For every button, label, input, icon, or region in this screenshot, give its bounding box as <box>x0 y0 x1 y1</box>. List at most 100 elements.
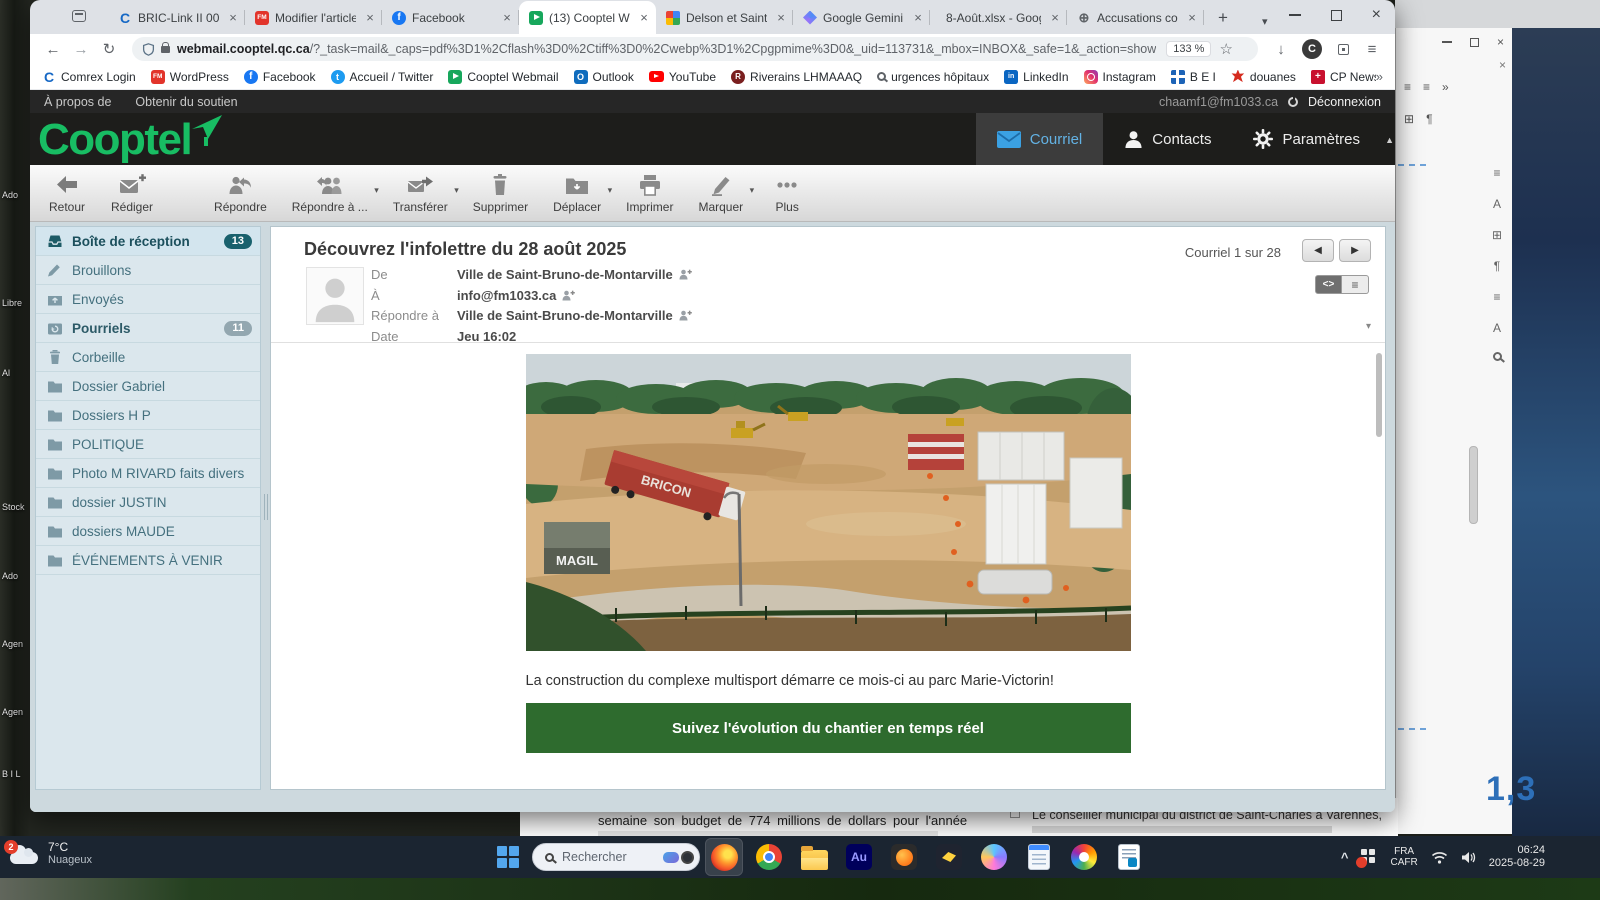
bookmark[interactable]: YouTube <box>649 70 716 84</box>
mail-folder[interactable]: POLITIQUE <box>36 430 260 459</box>
new-tab-button[interactable]: + <box>1210 5 1236 31</box>
forward-icon[interactable]: → <box>68 41 94 58</box>
tray-chevron-icon[interactable]: ^ <box>1341 850 1349 865</box>
tab-close-icon[interactable]: × <box>499 10 515 26</box>
background-scrollbar[interactable] <box>1469 446 1478 524</box>
bookmark[interactable]: C Comrex Login <box>42 70 136 84</box>
notification-app-icon[interactable] <box>1361 849 1377 865</box>
mail-folder[interactable]: ÉVÉNEMENTS À VENIR <box>36 546 260 575</box>
browser-tab[interactable]: (13) Cooptel Webma × <box>519 1 656 34</box>
profile-avatar[interactable]: C <box>1302 39 1322 59</box>
mail-folder[interactable]: Pourriels 11 <box>36 314 260 343</box>
taskbar-app[interactable] <box>886 839 922 875</box>
bookmark[interactable]: douanes <box>1231 70 1296 84</box>
bookmark[interactable]: urgences hôpitaux <box>877 70 989 84</box>
close-icon[interactable]: × <box>1499 58 1506 72</box>
browser-tab[interactable]: ⊕ Accusations contre L × <box>1067 1 1204 34</box>
tab-close-icon[interactable]: × <box>636 10 652 26</box>
back-icon[interactable]: ← <box>40 41 66 58</box>
toolbar-button[interactable]: Répondre ▾ <box>210 170 271 216</box>
splitter-handle[interactable] <box>264 494 268 520</box>
menu-icon[interactable]: ≡ <box>1359 41 1385 58</box>
caret-down-icon[interactable]: ▾ <box>750 185 755 196</box>
restore-icon[interactable] <box>1331 10 1342 21</box>
bookmark[interactable]: R Riverains LHMAAAQ <box>731 70 862 84</box>
tab-close-icon[interactable]: × <box>362 10 378 26</box>
browser-tab[interactable]: FM Modifier l'article « Le × <box>245 1 382 34</box>
taskbar-app[interactable] <box>1066 839 1102 875</box>
close-icon[interactable]: × <box>1372 10 1381 20</box>
address-bar[interactable]: webmail.cooptel.qc.ca/?_task=mail&_caps=… <box>132 37 1258 61</box>
toolbar-button[interactable]: Plus ▾ <box>764 170 810 216</box>
browser-tab[interactable]: 8-Août.xlsx - Google × <box>930 1 1067 34</box>
background-window-controls[interactable]: × <box>1442 36 1504 48</box>
caret-down-icon[interactable]: ▾ <box>374 185 379 196</box>
previous-message-button[interactable]: ◀ <box>1302 239 1334 262</box>
tab-close-icon[interactable]: × <box>910 10 926 26</box>
mail-folder[interactable]: dossiers MAUDE <box>36 517 260 546</box>
mail-folder[interactable]: Envoyés <box>36 285 260 314</box>
tab-close-icon[interactable]: × <box>773 10 789 26</box>
tab-close-icon[interactable]: × <box>1184 10 1200 26</box>
toolbar-button[interactable]: Supprimer ▾ <box>469 170 532 216</box>
taskbar-search[interactable]: Rechercher <box>532 843 700 871</box>
taskbar-app[interactable]: Au <box>841 839 877 875</box>
header-expand-chevron[interactable]: ▾ <box>1366 321 1371 332</box>
toolbar-button[interactable]: Rédiger ▾ <box>107 170 157 216</box>
tab-search-icon[interactable] <box>72 10 86 22</box>
toolbar-button[interactable]: Imprimer ▾ <box>622 170 677 216</box>
html-toggle[interactable]: <> <box>1315 275 1342 294</box>
caret-down-icon[interactable]: ▾ <box>454 185 459 196</box>
bookmark[interactable]: + CP NewsPro <box>1311 70 1376 84</box>
minimize-icon[interactable] <box>1442 41 1452 43</box>
mail-folder[interactable]: Brouillons <box>36 256 260 285</box>
taskbar-app[interactable] <box>796 839 832 875</box>
tab-list-chevron[interactable]: ▾ <box>1262 15 1268 28</box>
cooptel-logo[interactable]: Cooptel <box>38 111 191 168</box>
tab-close-icon[interactable]: × <box>225 10 241 26</box>
mail-folder[interactable]: Dossiers H P <box>36 401 260 430</box>
taskbar-app[interactable] <box>1111 839 1147 875</box>
taskbar-app[interactable] <box>976 839 1012 875</box>
shield-icon[interactable] <box>142 42 155 57</box>
mail-folder[interactable]: Boîte de réception 13 <box>36 227 260 256</box>
caret-down-icon[interactable]: ▾ <box>608 185 613 196</box>
browser-tab[interactable]: Google Gemini × <box>793 1 930 34</box>
zoom-level-badge[interactable]: 133 % <box>1166 41 1211 57</box>
mail-folder[interactable]: dossier JUSTIN <box>36 488 260 517</box>
minimize-icon[interactable] <box>1289 14 1301 16</box>
toolbar-button[interactable]: Retour ▾ <box>44 170 90 216</box>
browser-tab[interactable]: Delson et Sainte-Cat × <box>656 1 793 34</box>
bookmark[interactable]: B E I <box>1171 70 1216 84</box>
wifi-icon[interactable] <box>1431 851 1448 864</box>
add-contact-icon[interactable] <box>679 269 692 281</box>
bookmark[interactable]: O Outlook <box>574 70 634 84</box>
nav-item[interactable]: Paramètres <box>1232 113 1381 165</box>
toolbar-button[interactable]: Marquer ▾ <box>694 170 747 216</box>
bookmark[interactable]: FM WordPress <box>151 70 229 84</box>
collapse-chevron-icon[interactable]: ▲ <box>1385 135 1394 145</box>
toolbar-button[interactable]: Répondre à ... ▾ <box>288 170 372 216</box>
speaker-icon[interactable] <box>1461 851 1476 864</box>
plaintext-toggle[interactable]: ≡ <box>1342 275 1369 294</box>
add-contact-icon[interactable] <box>679 310 692 322</box>
taskbar-app[interactable] <box>751 839 787 875</box>
nav-item[interactable]: Contacts <box>1103 113 1232 165</box>
toolbar-button[interactable]: Déplacer ▾ <box>549 170 605 216</box>
bookmark[interactable]: t Accueil / Twitter <box>331 70 434 84</box>
mail-folder[interactable]: Dossier Gabriel <box>36 372 260 401</box>
bookmarks-overflow-icon[interactable]: » <box>1376 69 1383 84</box>
toolbar-button[interactable]: Transférer ▾ <box>389 170 452 216</box>
bookmark[interactable]: f Facebook <box>244 70 316 84</box>
add-contact-icon[interactable] <box>562 290 575 302</box>
tab-close-icon[interactable]: × <box>1047 10 1063 26</box>
taskbar-app[interactable] <box>931 839 967 875</box>
start-button[interactable] <box>497 846 519 868</box>
taskbar-app[interactable] <box>1021 839 1057 875</box>
language-indicator[interactable]: FRA CAFR <box>1390 846 1417 868</box>
share-icon[interactable] <box>1338 44 1349 55</box>
browser-tab[interactable]: f Facebook × <box>382 1 519 34</box>
downloads-icon[interactable]: ↓ <box>1268 41 1294 58</box>
topbar-link[interactable]: À propos de <box>44 95 111 109</box>
clock[interactable]: 06:24 2025-08-29 <box>1489 844 1545 870</box>
